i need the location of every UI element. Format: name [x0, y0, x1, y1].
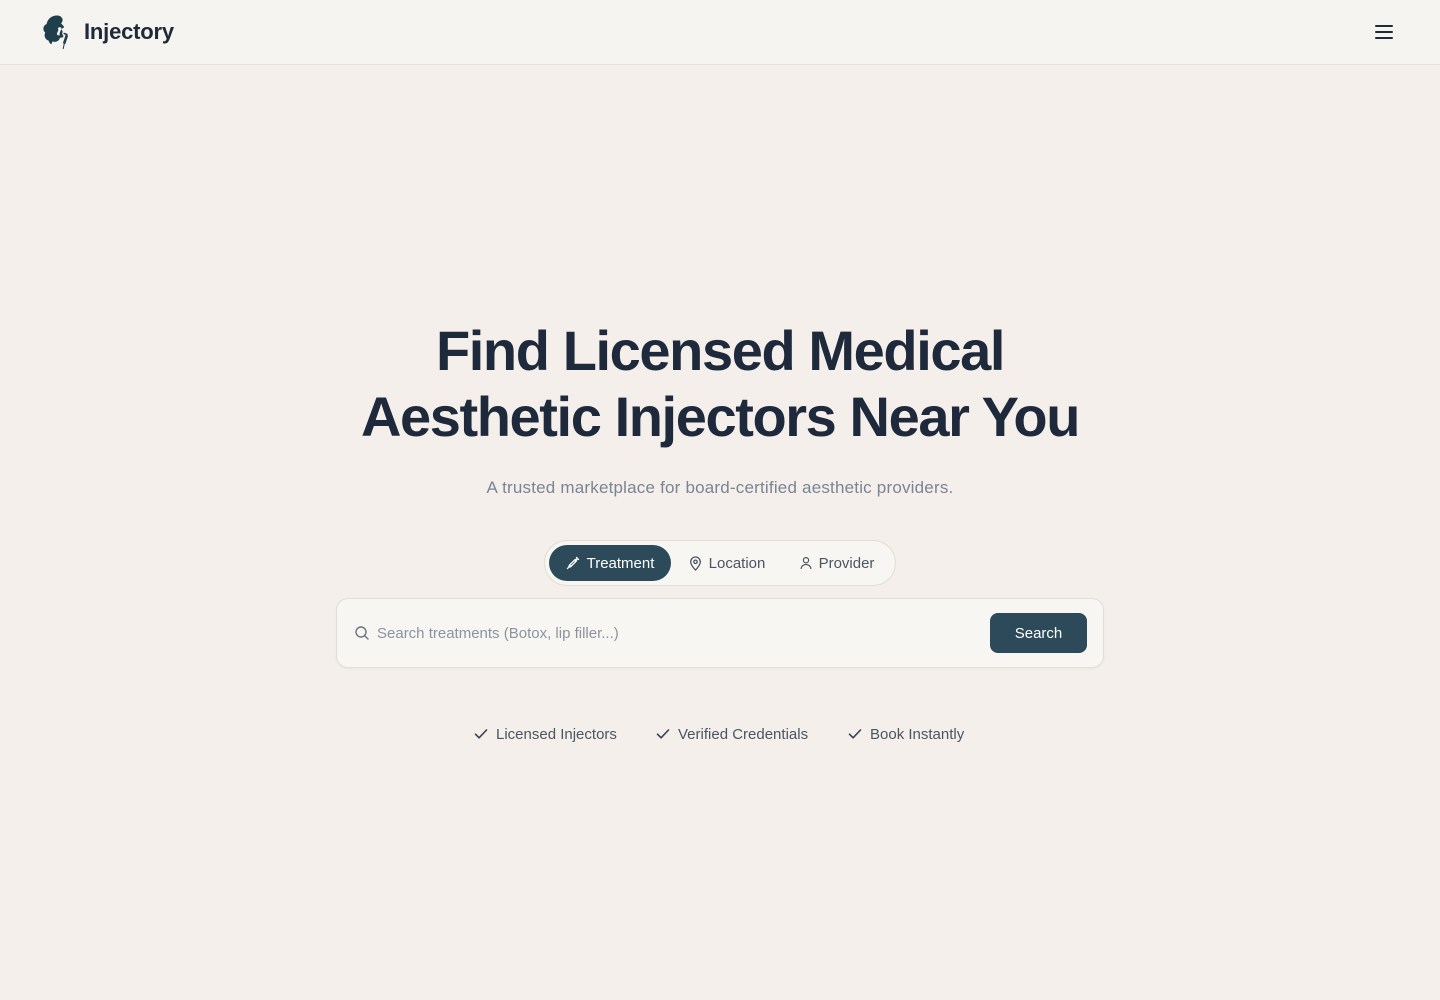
tab-treatment-label: Treatment [586, 554, 655, 572]
tab-provider[interactable]: Provider [785, 545, 889, 581]
badge-licensed-injectors: Licensed Injectors [474, 722, 617, 746]
tab-provider-label: Provider [818, 554, 875, 572]
hero-title-line-1: Find Licensed Medical [435, 319, 1005, 382]
hero-subtitle: A trusted marketplace for board-certifie… [486, 478, 954, 497]
menu-button[interactable] [1370, 18, 1398, 46]
site-header: Injectory [0, 0, 1440, 65]
tab-treatment[interactable]: Treatment [549, 545, 671, 581]
user-icon [800, 556, 811, 570]
check-icon [848, 729, 862, 739]
badge-book-instantly: Book Instantly [848, 722, 964, 746]
search-icon [355, 626, 369, 640]
badge-label: Licensed Injectors [496, 725, 617, 743]
check-icon [474, 729, 488, 739]
search-bar: Search [336, 598, 1104, 668]
tab-location[interactable]: Location [673, 545, 781, 581]
trust-badges: Licensed Injectors Verified Credentials … [474, 722, 974, 746]
hamburger-menu-icon [1375, 25, 1393, 39]
brand-name: Injectory [84, 19, 174, 44]
badge-label: Verified Credentials [678, 725, 809, 743]
map-pin-icon [689, 555, 701, 571]
tab-location-label: Location [708, 554, 766, 572]
woman-profile-syringe-logo-icon [43, 15, 69, 50]
badge-verified-credentials: Verified Credentials [656, 722, 808, 746]
hero-title: Find Licensed Medical Aesthetic Injector… [270, 318, 1170, 450]
search-button[interactable]: Search [990, 613, 1087, 653]
search-input[interactable] [377, 617, 977, 649]
syringe-icon [566, 556, 579, 570]
hero-title-line-2: Aesthetic Injectors Near You [360, 385, 1080, 448]
search-mode-tabs: Treatment Location Provider [544, 540, 896, 586]
badge-label: Book Instantly [870, 725, 965, 743]
check-icon [656, 729, 670, 739]
brand-home-link[interactable]: Injectory [40, 14, 174, 50]
